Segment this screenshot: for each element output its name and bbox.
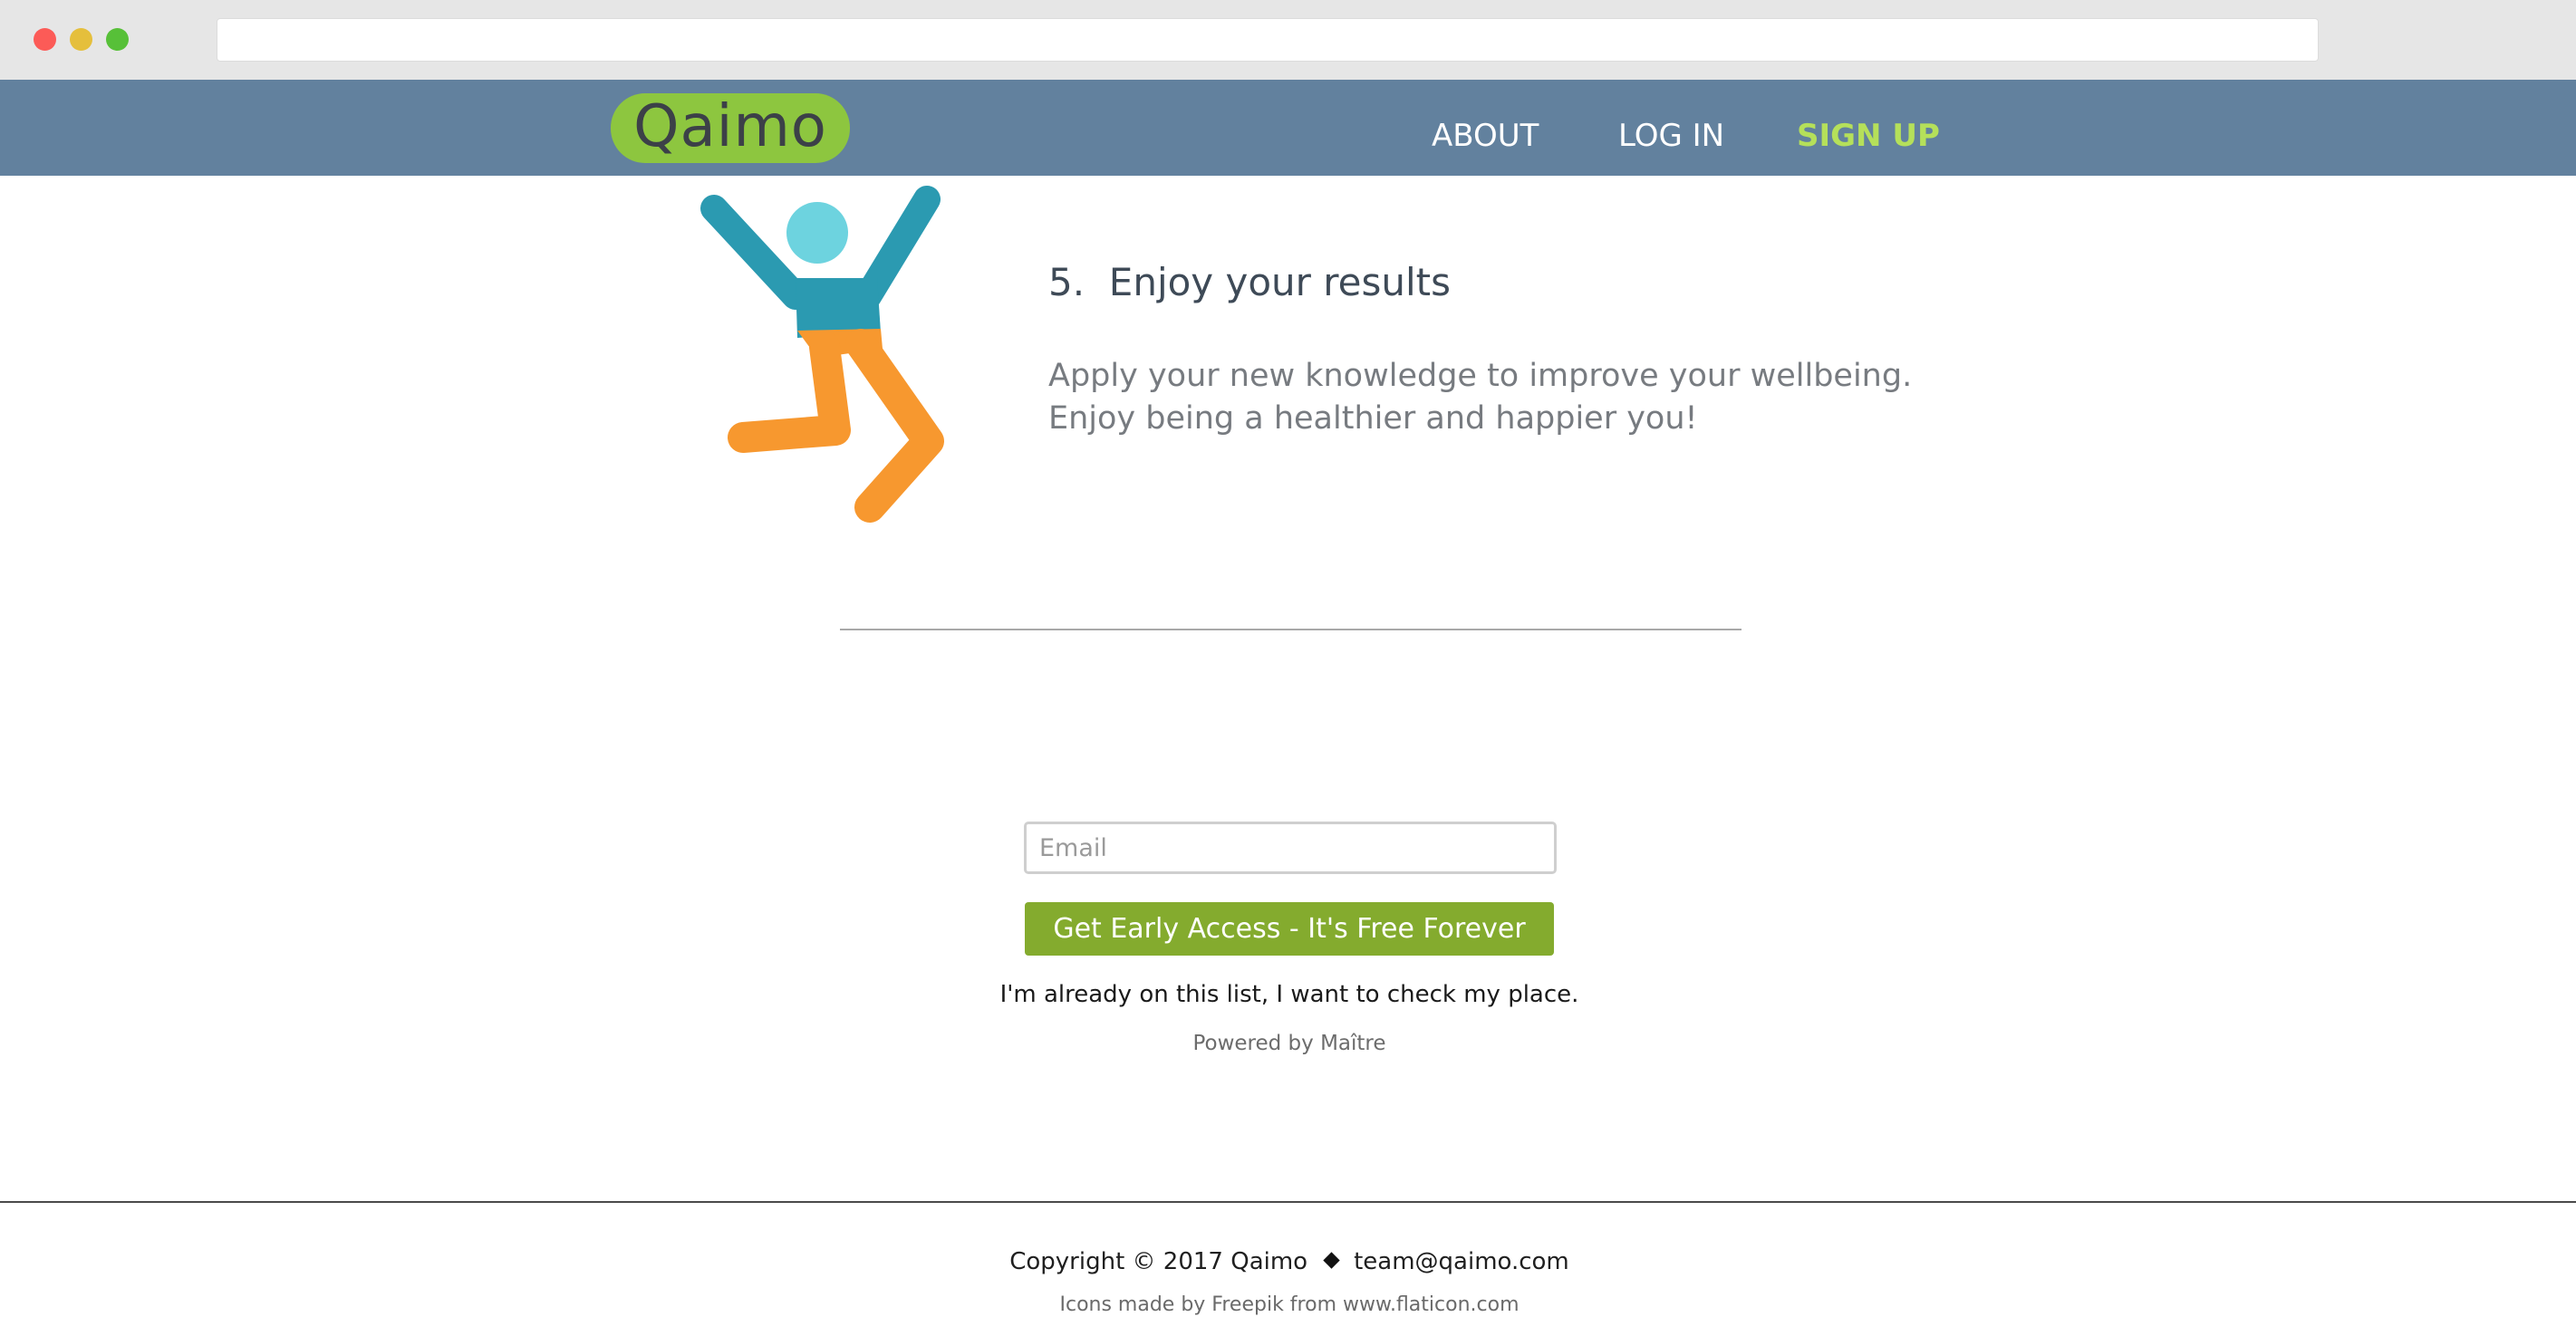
browser-chrome (0, 0, 2576, 81)
nav-signup-link[interactable]: SIGN UP (1797, 118, 1940, 155)
get-early-access-button[interactable]: Get Early Access - It's Free Forever (1025, 902, 1554, 956)
step-number: 5. (1048, 260, 1085, 304)
address-bar[interactable] (217, 18, 2319, 62)
footer-divider (0, 1201, 2576, 1203)
figure-right-leg (845, 329, 944, 523)
maximize-window-button[interactable] (106, 28, 129, 51)
minimize-window-button[interactable] (70, 28, 92, 51)
powered-by-text[interactable]: Powered by Maître (1069, 1032, 1510, 1055)
step-description: Apply your new knowledge to improve your… (1048, 355, 1954, 440)
step-title: 5. Enjoy your results (1048, 260, 1451, 304)
diamond-icon (1323, 1252, 1340, 1269)
nav-about-link[interactable]: ABOUT (1432, 118, 1539, 155)
logo[interactable]: Qaimo (611, 93, 850, 163)
footer-copyright-row: Copyright © 2017 Qaimo team@qaimo.com (906, 1248, 1673, 1275)
figure-left-arm (700, 195, 809, 310)
jumping-person-icon (700, 186, 944, 523)
nav-login-link[interactable]: LOG IN (1618, 118, 1724, 155)
step-description-line-2: Enjoy being a healthier and happier you! (1048, 400, 1698, 437)
email-input[interactable] (1024, 822, 1557, 874)
figure-head (786, 202, 848, 264)
icon-credits-text: Icons made by Freepik from www.flaticon.… (1059, 1293, 1520, 1316)
check-place-link[interactable]: I'm already on this list, I want to chec… (979, 981, 1600, 1008)
figure-torso (796, 278, 881, 338)
contact-email-link[interactable]: team@qaimo.com (1354, 1248, 1569, 1275)
section-divider (840, 629, 1741, 630)
site-header: Qaimo ABOUT LOG IN SIGN UP (0, 80, 2576, 176)
logo-text: Qaimo (633, 92, 827, 160)
step-description-line-1: Apply your new knowledge to improve your… (1048, 358, 1913, 394)
copyright-text: Copyright © 2017 Qaimo (1009, 1248, 1308, 1275)
step-title-text: Enjoy your results (1108, 260, 1452, 304)
figure-left-leg (728, 332, 851, 453)
close-window-button[interactable] (34, 28, 56, 51)
